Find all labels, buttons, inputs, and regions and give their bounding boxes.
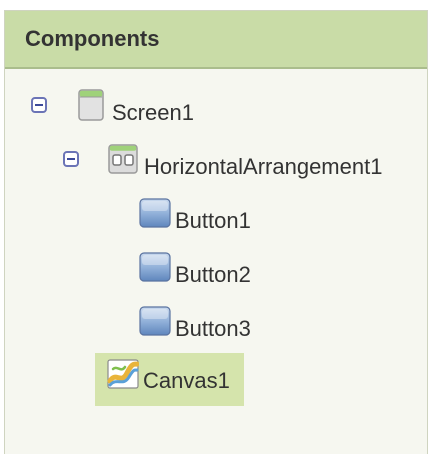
panel-title: Components (25, 26, 160, 51)
button-icon (139, 306, 171, 336)
screen-icon (78, 89, 104, 121)
button-icon (139, 198, 171, 228)
tree-item-label: Button2 (175, 262, 251, 287)
tree-item-horizontal-arrangement1[interactable]: HorizontalArrangement1 (106, 141, 411, 191)
tree-item-label: Screen1 (112, 100, 194, 125)
tree-item-button3[interactable]: Button3 (138, 303, 268, 353)
tree-item-label: Button1 (175, 208, 251, 233)
tree-item-canvas1[interactable]: Canvas1 (95, 353, 244, 406)
tree-item-label: Button3 (175, 316, 251, 341)
tree-item-button2[interactable]: Button2 (138, 249, 268, 299)
collapse-toggle-screen1-icon[interactable] (31, 97, 47, 113)
tree-item-button1[interactable]: Button1 (138, 195, 268, 245)
tree-item-screen1[interactable]: Screen1 (76, 87, 206, 137)
collapse-toggle-arrangement-icon[interactable] (63, 151, 79, 167)
tree-item-label: Canvas1 (143, 368, 230, 393)
canvas-icon (107, 359, 139, 389)
tree-item-label: HorizontalArrangement1 (144, 154, 383, 179)
button-icon (139, 252, 171, 282)
horizontal-arrangement-icon (108, 144, 138, 174)
panel-header: Components (5, 11, 427, 69)
